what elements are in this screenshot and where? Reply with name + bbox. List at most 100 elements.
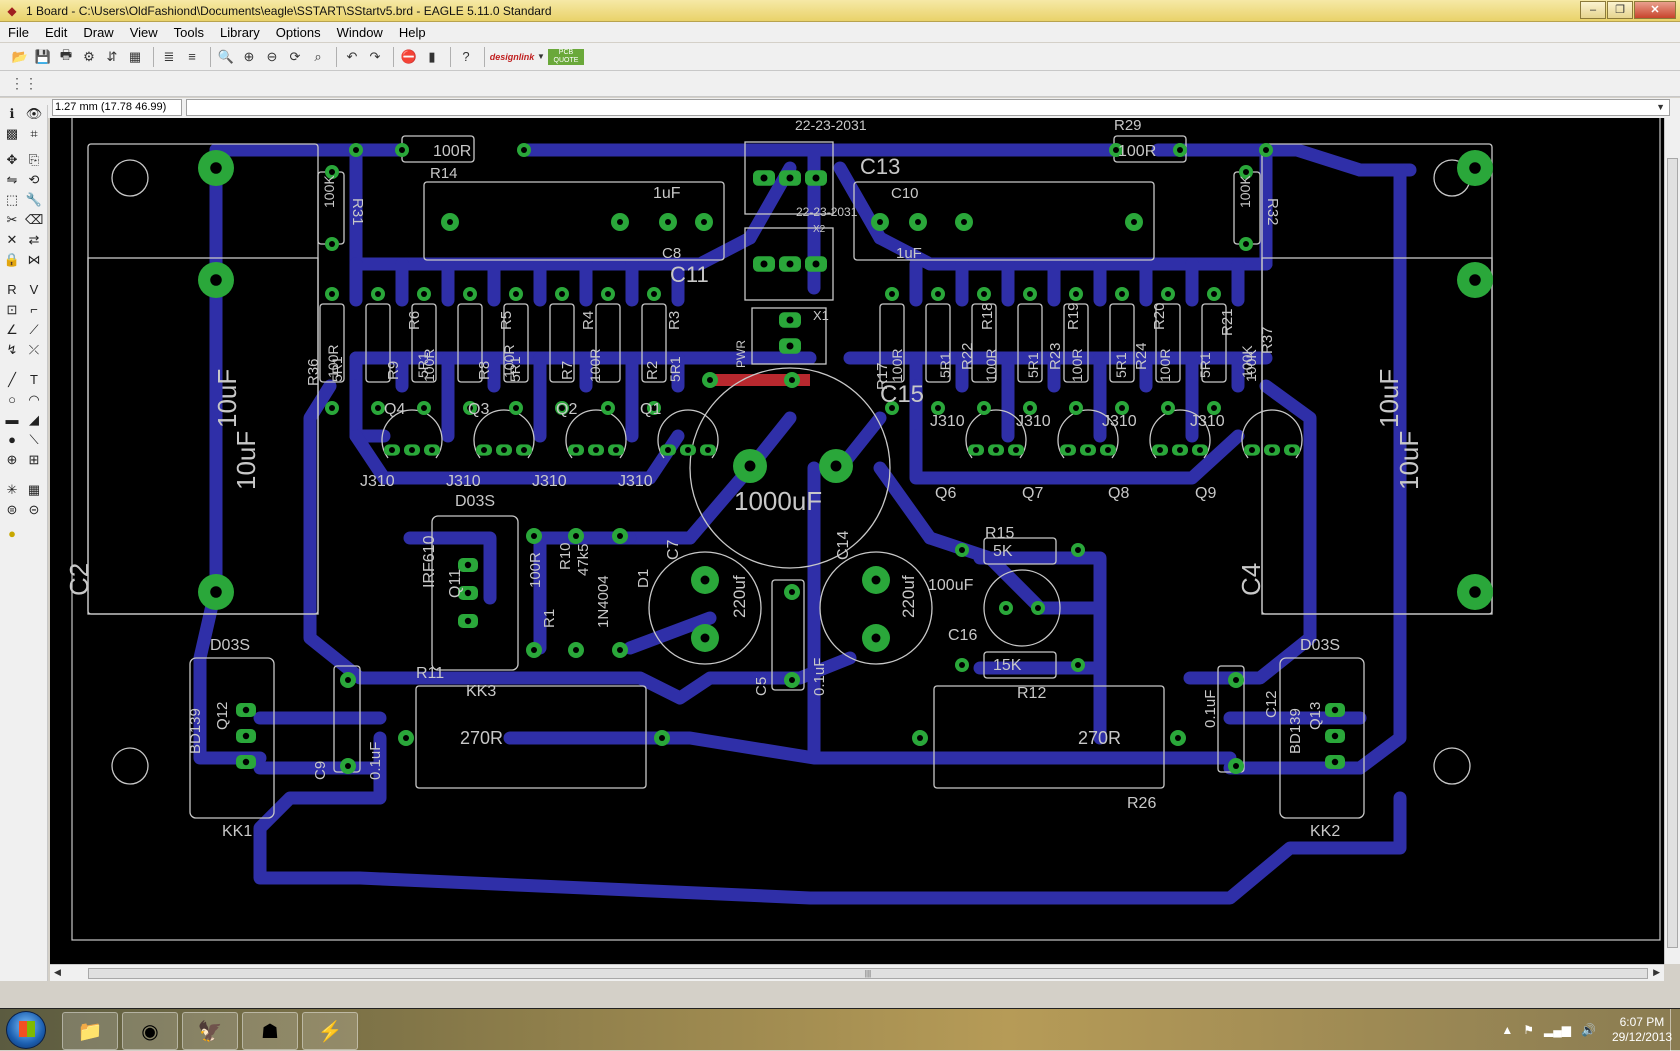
mirror-icon[interactable]: ⇋	[3, 171, 21, 189]
drill-hole	[329, 405, 335, 411]
ripup-icon[interactable]: ⤫	[25, 341, 43, 359]
pcb-quote-button[interactable]: PCB QUOTE	[548, 48, 584, 65]
cam-processor-icon[interactable]: ⚙	[79, 47, 99, 67]
menu-draw[interactable]: Draw	[75, 25, 121, 40]
wire-icon[interactable]: ╱	[3, 371, 21, 389]
move-icon[interactable]: ✥	[3, 151, 21, 169]
split-wire-icon[interactable]: ∠	[3, 321, 21, 339]
scroll-left-icon[interactable]: ◀	[54, 967, 61, 978]
copy-icon[interactable]: ⎘	[25, 151, 43, 169]
use-library-icon[interactable]: ▦	[125, 47, 145, 67]
polygon-icon[interactable]: ◢	[25, 411, 43, 429]
zoom-fit-icon[interactable]: 🔍	[216, 47, 236, 67]
route-icon[interactable]: ↯	[3, 341, 21, 359]
grid-icon[interactable]: ⋮⋮	[10, 75, 38, 93]
designlink-button[interactable]: designlink	[490, 47, 535, 67]
clock[interactable]: 6:07 PM 29/12/2013	[1612, 1015, 1672, 1045]
group-icon[interactable]: ⬚	[3, 191, 21, 209]
change-icon[interactable]: 🔧	[25, 191, 43, 209]
eagle-app-icon[interactable]: ◆	[4, 3, 20, 19]
minimize-button[interactable]: –	[1580, 1, 1606, 19]
print-icon[interactable]: 🖶	[56, 47, 76, 67]
zoom-out-icon[interactable]: ⊖	[262, 47, 282, 67]
delete-icon[interactable]: ⌫	[25, 211, 43, 229]
miter-icon[interactable]: ⌐	[25, 301, 43, 319]
ulp-icon[interactable]: ≡	[182, 47, 202, 67]
text-icon[interactable]: T	[25, 371, 43, 389]
vertical-scrollbar[interactable]	[1664, 118, 1680, 964]
menu-help[interactable]: Help	[391, 25, 434, 40]
maximize-button[interactable]: ❐	[1607, 1, 1633, 19]
start-button[interactable]	[6, 1011, 46, 1049]
menu-library[interactable]: Library	[212, 25, 268, 40]
menu-window[interactable]: Window	[329, 25, 391, 40]
script-icon[interactable]: ≣	[159, 47, 179, 67]
app-taskbar-button-2[interactable]: ⚡	[302, 1012, 358, 1050]
redo-icon[interactable]: ↷	[365, 47, 385, 67]
paste-icon[interactable]: ✂	[3, 211, 21, 229]
value-icon[interactable]: V	[25, 281, 43, 299]
replace-icon[interactable]: ⇄	[25, 231, 43, 249]
component-label: 100K	[1237, 175, 1253, 208]
show-icon[interactable]: 👁	[25, 105, 43, 123]
scroll-thumb[interactable]	[1667, 158, 1678, 948]
switch-to-schematic-icon[interactable]: ⇵	[102, 47, 122, 67]
component-label: J310	[532, 473, 567, 490]
board-canvas[interactable]: 22-23-2031 22-23-2031 100R R14 R31 100K R29 100…	[50, 118, 1664, 964]
split-icon[interactable]: ⋈	[25, 251, 43, 269]
component-label: 5K	[993, 543, 1013, 560]
arc-icon[interactable]: ◠	[25, 391, 43, 409]
display-layers-icon[interactable]: ▩	[3, 125, 21, 143]
info-icon[interactable]: ℹ	[3, 105, 21, 123]
open-icon[interactable]: 📂	[10, 47, 30, 67]
pcb-layout[interactable]: 22-23-2031 22-23-2031 100R R14 R31 100K R29 100…	[50, 118, 1664, 964]
rotate-icon[interactable]: ⟲	[25, 171, 43, 189]
close-button[interactable]: ✕	[1634, 1, 1676, 19]
undo-icon[interactable]: ↶	[342, 47, 362, 67]
drc-icon[interactable]: ⊝	[25, 501, 43, 519]
save-icon[interactable]: 💾	[33, 47, 53, 67]
show-hidden-icons-icon[interactable]: ▲	[1501, 1023, 1513, 1037]
name-icon[interactable]: R	[3, 281, 21, 299]
scroll-thumb[interactable]: |||	[88, 968, 1648, 979]
menu-tools[interactable]: Tools	[166, 25, 212, 40]
help-icon[interactable]: ?	[456, 47, 476, 67]
menu-file[interactable]: File	[0, 25, 37, 40]
flag-icon[interactable]: ⚑	[1523, 1023, 1534, 1037]
hole-icon[interactable]: ⊕	[3, 451, 21, 469]
chrome-taskbar-button[interactable]: ◉	[122, 1012, 178, 1050]
command-line-input[interactable]: ▼	[186, 99, 1670, 116]
menu-options[interactable]: Options	[268, 25, 329, 40]
ratsnest-icon[interactable]: ✳	[3, 481, 21, 499]
zoom-select-icon[interactable]: ⌕	[308, 47, 328, 67]
chevron-down-icon[interactable]: ▼	[537, 47, 545, 67]
explorer-taskbar-button[interactable]: 📁	[62, 1012, 118, 1050]
redraw-icon[interactable]: ⟳	[285, 47, 305, 67]
zoom-in-icon[interactable]: ⊕	[239, 47, 259, 67]
optimize-icon[interactable]: ⟋	[25, 321, 43, 339]
attribute-icon[interactable]: ⊞	[25, 451, 43, 469]
circle-icon[interactable]: ○	[3, 391, 21, 409]
warning-icon[interactable]: ●	[3, 525, 21, 543]
smash-icon[interactable]: ⊡	[3, 301, 21, 319]
chevron-down-icon[interactable]: ▼	[1656, 102, 1665, 112]
menu-edit[interactable]: Edit	[37, 25, 75, 40]
mark-icon[interactable]: ⌗	[25, 125, 43, 143]
go-icon[interactable]: ▮	[422, 47, 442, 67]
menu-view[interactable]: View	[122, 25, 166, 40]
volume-icon[interactable]: 🔊	[1581, 1023, 1596, 1037]
errors-icon[interactable]: ⊜	[3, 501, 21, 519]
lock-icon[interactable]: 🔒	[3, 251, 21, 269]
via-icon[interactable]: ●	[3, 431, 21, 449]
scroll-right-icon[interactable]: ▶	[1653, 967, 1660, 978]
horizontal-scrollbar[interactable]: ◀ ||| ▶	[50, 964, 1664, 981]
signal-icon[interactable]: ⟍	[25, 431, 43, 449]
show-desktop-button[interactable]	[1670, 1009, 1680, 1051]
eagle-taskbar-button[interactable]: 🦅	[182, 1012, 238, 1050]
rect-icon[interactable]: ▬	[3, 411, 21, 429]
stop-icon[interactable]: ⛔	[399, 47, 419, 67]
autorouter-icon[interactable]: ▦	[25, 481, 43, 499]
app-taskbar-button[interactable]: ☗	[242, 1012, 298, 1050]
network-icon[interactable]: ▂▄▆	[1544, 1023, 1571, 1037]
add-icon[interactable]: ✕	[3, 231, 21, 249]
